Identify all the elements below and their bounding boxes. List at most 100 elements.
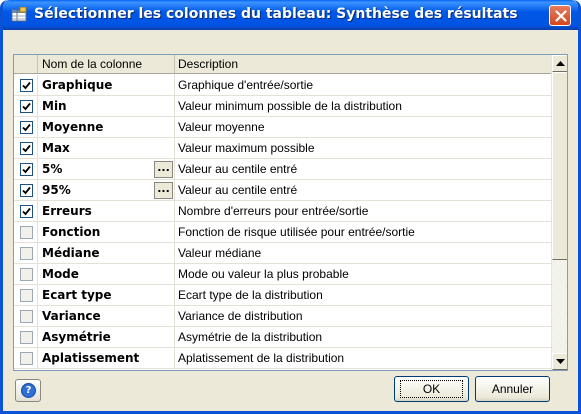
- edit-percentile-button[interactable]: ...: [154, 161, 173, 178]
- table-row[interactable]: Mode Mode ou valeur la plus probable: [14, 264, 551, 285]
- description-cell: Variance de distribution: [178, 309, 303, 323]
- column-name-cell: Fonction: [38, 222, 175, 243]
- description-cell: Aplatissement de la distribution: [178, 351, 345, 365]
- column-visible-checkbox[interactable]: [20, 163, 33, 176]
- checkbox-cell: [14, 222, 38, 243]
- checkmark-icon: [22, 102, 31, 111]
- column-visible-checkbox[interactable]: [20, 205, 33, 218]
- table-row[interactable]: 5%... Valeur au centile entré: [14, 159, 551, 180]
- arrow-up-icon: [556, 61, 565, 66]
- column-name-cell: Moyenne: [38, 117, 175, 138]
- table-columns-icon: [11, 6, 27, 23]
- help-button[interactable]: ?: [15, 379, 41, 402]
- checkbox-cell: [14, 348, 38, 369]
- column-name-cell: Max: [38, 138, 175, 159]
- checkmark-icon: [22, 144, 31, 153]
- column-name-cell: Aplatissement: [38, 348, 175, 369]
- checkmark-icon: [22, 81, 31, 90]
- table-row[interactable]: Moyenne Valeur moyenne: [14, 117, 551, 138]
- grid-rows: Graphique Graphique d'entrée/sortie Min Val…: [14, 75, 551, 369]
- checkbox-cell: [14, 327, 38, 348]
- column-visible-checkbox[interactable]: [20, 184, 33, 197]
- checkbox-cell: [14, 201, 38, 222]
- checkbox-cell: [14, 75, 38, 96]
- checkbox-cell: [14, 138, 38, 159]
- close-button[interactable]: [549, 5, 571, 26]
- column-name-cell: Graphique: [38, 75, 175, 96]
- columns-grid: Nom de la colonne Description Graphique G…: [13, 54, 568, 371]
- checkbox-cell: [14, 264, 38, 285]
- title-bar[interactable]: Sélectionner les colonnes du tableau: Sy…: [3, 0, 578, 30]
- table-row[interactable]: Min Valeur minimum possible de la distrib…: [14, 96, 551, 117]
- column-visible-checkbox[interactable]: [20, 142, 33, 155]
- column-visible-checkbox[interactable]: [20, 121, 33, 134]
- checkbox-cell: [14, 285, 38, 306]
- ok-button-label: OK: [400, 380, 463, 398]
- column-visible-checkbox[interactable]: [20, 268, 33, 281]
- description-cell: Valeur moyenne: [178, 120, 265, 134]
- table-row[interactable]: Variance Variance de distribution: [14, 306, 551, 327]
- description-cell: Nombre d'erreurs pour entrée/sortie: [178, 204, 369, 218]
- column-visible-checkbox[interactable]: [20, 310, 33, 323]
- description-cell: Valeur maximum possible: [178, 141, 315, 155]
- scroll-thumb[interactable]: [552, 72, 567, 260]
- checkmark-icon: [22, 186, 31, 195]
- column-name-cell: Ecart type: [38, 285, 175, 306]
- arrow-down-icon: [556, 359, 565, 364]
- checkmark-icon: [22, 123, 31, 132]
- column-name-cell: Min: [38, 96, 175, 117]
- description-cell: Valeur médiane: [178, 246, 262, 260]
- cancel-button[interactable]: Annuler: [475, 376, 550, 402]
- checkmark-icon: [22, 207, 31, 216]
- column-name-cell: Erreurs: [38, 201, 175, 222]
- column-visible-checkbox[interactable]: [20, 331, 33, 344]
- column-visible-checkbox[interactable]: [20, 226, 33, 239]
- checkmark-icon: [22, 165, 31, 174]
- checkbox-cell: [14, 243, 38, 264]
- header-description[interactable]: Description: [175, 55, 551, 73]
- grid-header: Nom de la colonne Description: [14, 55, 551, 74]
- ok-button[interactable]: OK: [394, 376, 469, 402]
- checkbox-cell: [14, 180, 38, 201]
- description-cell: Valeur au centile entré: [178, 183, 298, 197]
- description-cell: Valeur minimum possible de la distributi…: [178, 99, 402, 113]
- header-checkbox-column: [14, 55, 38, 73]
- description-cell: Valeur au centile entré: [178, 162, 298, 176]
- checkbox-cell: [14, 306, 38, 327]
- dialog-window: Sélectionner les colonnes du tableau: Sy…: [0, 0, 581, 414]
- description-cell: Ecart type de la distribution: [178, 288, 323, 302]
- checkbox-cell: [14, 117, 38, 138]
- close-icon: [555, 10, 567, 22]
- column-name-cell: Asymétrie: [38, 327, 175, 348]
- table-row[interactable]: Aplatissement Aplatissement de la distrib…: [14, 348, 551, 369]
- checkbox-cell: [14, 159, 38, 180]
- scroll-down-button[interactable]: [552, 353, 567, 370]
- vertical-scrollbar[interactable]: [551, 55, 567, 370]
- column-name-cell: Mode: [38, 264, 175, 285]
- scroll-up-button[interactable]: [552, 55, 567, 72]
- help-icon: ?: [21, 383, 36, 398]
- description-cell: Fonction de risque utilisée pour entrée/…: [178, 225, 415, 239]
- table-row[interactable]: 95%... Valeur au centile entré: [14, 180, 551, 201]
- table-row[interactable]: Asymétrie Asymétrie de la distribution: [14, 327, 551, 348]
- description-cell: Asymétrie de la distribution: [178, 330, 323, 344]
- column-name-cell: Médiane: [38, 243, 175, 264]
- edit-percentile-button[interactable]: ...: [154, 182, 173, 199]
- header-column-name[interactable]: Nom de la colonne: [38, 55, 175, 73]
- table-row[interactable]: Ecart type Ecart type de la distribution: [14, 285, 551, 306]
- column-visible-checkbox[interactable]: [20, 100, 33, 113]
- window-title: Sélectionner les colonnes du tableau: Sy…: [34, 6, 518, 22]
- table-row[interactable]: Graphique Graphique d'entrée/sortie: [14, 75, 551, 96]
- column-visible-checkbox[interactable]: [20, 289, 33, 302]
- column-name-cell: Variance: [38, 306, 175, 327]
- checkbox-cell: [14, 96, 38, 117]
- table-row[interactable]: Erreurs Nombre d'erreurs pour entrée/sort…: [14, 201, 551, 222]
- column-visible-checkbox[interactable]: [20, 352, 33, 365]
- description-cell: Graphique d'entrée/sortie: [178, 78, 314, 92]
- table-row[interactable]: Max Valeur maximum possible: [14, 138, 551, 159]
- table-row[interactable]: Fonction Fonction de risque utilisée pour…: [14, 222, 551, 243]
- table-row[interactable]: Médiane Valeur médiane: [14, 243, 551, 264]
- description-cell: Mode ou valeur la plus probable: [178, 267, 349, 281]
- column-visible-checkbox[interactable]: [20, 247, 33, 260]
- column-visible-checkbox[interactable]: [20, 79, 33, 92]
